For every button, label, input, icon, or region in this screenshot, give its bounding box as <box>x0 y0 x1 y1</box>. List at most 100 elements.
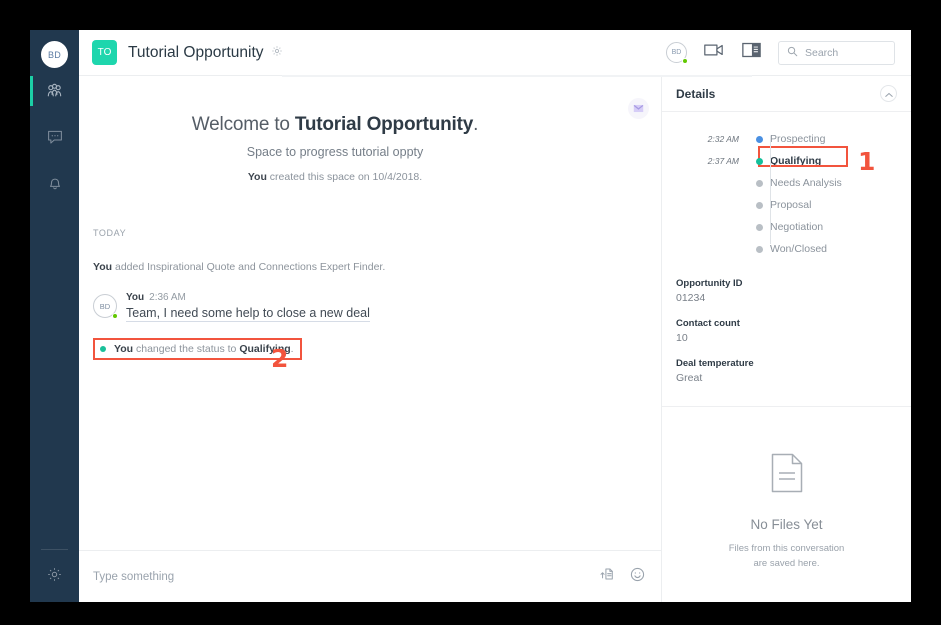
system-activity-text: added Inspirational Quote and Connection… <box>112 261 386 273</box>
field-label: Contact count <box>676 318 740 329</box>
top-header-bar: TO Tutorial Opportunity BD Search <box>79 30 911 75</box>
gear-icon <box>46 568 63 587</box>
status-row-won-closed[interactable]: Won/Closed <box>662 238 911 260</box>
start-video-call-button[interactable] <box>704 42 725 63</box>
no-files-line-2: are saved here. <box>753 558 820 570</box>
field-value: 10 <box>676 332 688 344</box>
status-label[interactable]: Needs Analysis <box>770 177 842 189</box>
message-composer: Type something <box>79 550 661 602</box>
main-column: TO Tutorial Opportunity BD Search Welcom… <box>79 30 911 602</box>
rail-user-avatar[interactable]: BD <box>41 41 68 68</box>
status-change-text: You changed the status to Qualifying. <box>114 343 294 355</box>
rail-bottom-section <box>30 549 79 602</box>
status-label[interactable]: Proposal <box>770 199 811 211</box>
space-settings-button[interactable] <box>271 44 283 62</box>
emoji-smiley-icon <box>630 567 645 587</box>
status-dot <box>755 135 763 143</box>
status-change-end: . <box>290 343 294 355</box>
sidebar-item-teams[interactable] <box>30 68 79 114</box>
welcome-prefix: Welcome to <box>191 114 295 135</box>
search-input[interactable]: Search <box>778 40 895 65</box>
status-label[interactable]: Prospecting <box>770 133 825 145</box>
field-value: 01234 <box>676 292 706 304</box>
status-row-needs-analysis[interactable]: Needs Analysis <box>662 172 911 194</box>
welcome-created-line: You created this space on 10/4/2018. <box>93 171 577 183</box>
people-icon <box>45 82 64 101</box>
welcome-block: Welcome to Tutorial Opportunity. Space t… <box>93 76 647 183</box>
status-timeline: 2:32 AM Prospecting 2:37 AM Qualifying 1 <box>662 112 911 272</box>
rail-divider <box>41 549 68 550</box>
field-label: Deal temperature <box>676 358 754 369</box>
details-panel: Details 2:32 AM Prospecting 2:37 AM Qual… <box>661 75 911 602</box>
status-row-negotiation[interactable]: Negotiation <box>662 216 911 238</box>
body-split: Welcome to Tutorial Opportunity. Space t… <box>79 75 911 602</box>
status-dot <box>755 179 763 187</box>
welcome-title: Welcome to Tutorial Opportunity. <box>93 114 577 136</box>
status-change-author: You <box>114 343 134 355</box>
status-time: 2:32 AM <box>707 134 739 144</box>
message-content: You 2:36 AM Team, I need some help to clo… <box>126 292 370 322</box>
welcome-suffix: . <box>473 114 479 135</box>
status-dot-col <box>748 179 770 187</box>
message-avatar[interactable]: BD <box>93 294 118 319</box>
status-dot-col <box>748 245 770 253</box>
welcome-created-author: You <box>247 171 267 183</box>
status-row-qualifying[interactable]: 2:37 AM Qualifying 1 <box>662 146 911 176</box>
no-files-title: No Files Yet <box>750 517 823 532</box>
status-change-mid: changed the status to <box>133 343 240 355</box>
bell-icon <box>46 174 64 192</box>
status-dot-col <box>748 157 770 165</box>
field-opportunity-id: Opportunity ID 01234 <box>676 278 911 304</box>
video-camera-icon <box>704 42 725 63</box>
attach-file-icon <box>600 567 614 586</box>
chat-bubble-icon <box>46 128 64 146</box>
status-dot-col <box>748 201 770 209</box>
composer-input[interactable]: Type something <box>93 571 600 583</box>
welcome-space-name: Tutorial Opportunity <box>294 114 474 135</box>
mail-icon-button[interactable] <box>628 98 649 119</box>
search-placeholder: Search <box>805 46 839 59</box>
conversation-scroll-area[interactable]: Welcome to Tutorial Opportunity. Space t… <box>79 76 661 550</box>
status-dot <box>100 346 106 352</box>
header-actions: BD Search <box>666 40 895 65</box>
header-user-avatar[interactable]: BD <box>666 42 688 64</box>
attach-file-button[interactable] <box>600 567 614 586</box>
details-header: Details <box>662 76 911 112</box>
panel-layout-icon <box>742 42 761 63</box>
status-dot-col <box>748 135 770 143</box>
details-collapse-button[interactable] <box>880 85 897 102</box>
timeline-connector <box>769 136 771 244</box>
space-badge: TO <box>92 40 117 65</box>
mail-icon <box>633 100 644 118</box>
no-files-subtitle: Files from this conversation are saved h… <box>729 541 845 571</box>
message-timestamp: 2:36 AM <box>149 292 186 303</box>
left-navigation-rail: BD <box>30 30 79 602</box>
presence-indicator <box>112 313 118 319</box>
status-dot <box>755 157 763 165</box>
field-label: Opportunity ID <box>676 278 743 289</box>
sidebar-item-messaging[interactable] <box>30 114 79 160</box>
emoji-picker-button[interactable] <box>630 567 645 587</box>
status-change-activity: You changed the status to Qualifying. 2 <box>93 338 302 373</box>
message-text[interactable]: Team, I need some help to close a new de… <box>126 306 370 322</box>
status-dot <box>755 245 763 253</box>
message-author: You <box>126 292 145 303</box>
chevron-up-icon <box>884 85 893 103</box>
status-label[interactable]: Negotiation <box>770 221 823 233</box>
field-deal-temperature: Deal temperature Great <box>676 358 911 384</box>
composer-actions <box>600 567 645 587</box>
status-label[interactable]: Won/Closed <box>770 243 827 255</box>
details-fields: Opportunity ID 01234 Contact count 10 De… <box>662 272 911 398</box>
no-files-line-1: Files from this conversation <box>728 543 845 554</box>
sidebar-item-notifications[interactable] <box>30 160 79 206</box>
status-row-proposal[interactable]: Proposal <box>662 194 911 216</box>
toggle-details-panel-button[interactable] <box>742 42 761 63</box>
page-title: Tutorial Opportunity <box>128 43 264 61</box>
field-contact-count: Contact count 10 <box>676 318 911 344</box>
sidebar-item-settings[interactable] <box>46 566 63 588</box>
system-activity-author: You <box>93 261 113 273</box>
no-files-empty-state: No Files Yet Files from this conversatio… <box>662 407 911 602</box>
status-label[interactable]: Qualifying <box>770 155 821 167</box>
gear-icon <box>271 44 283 62</box>
status-dot-col <box>748 223 770 231</box>
